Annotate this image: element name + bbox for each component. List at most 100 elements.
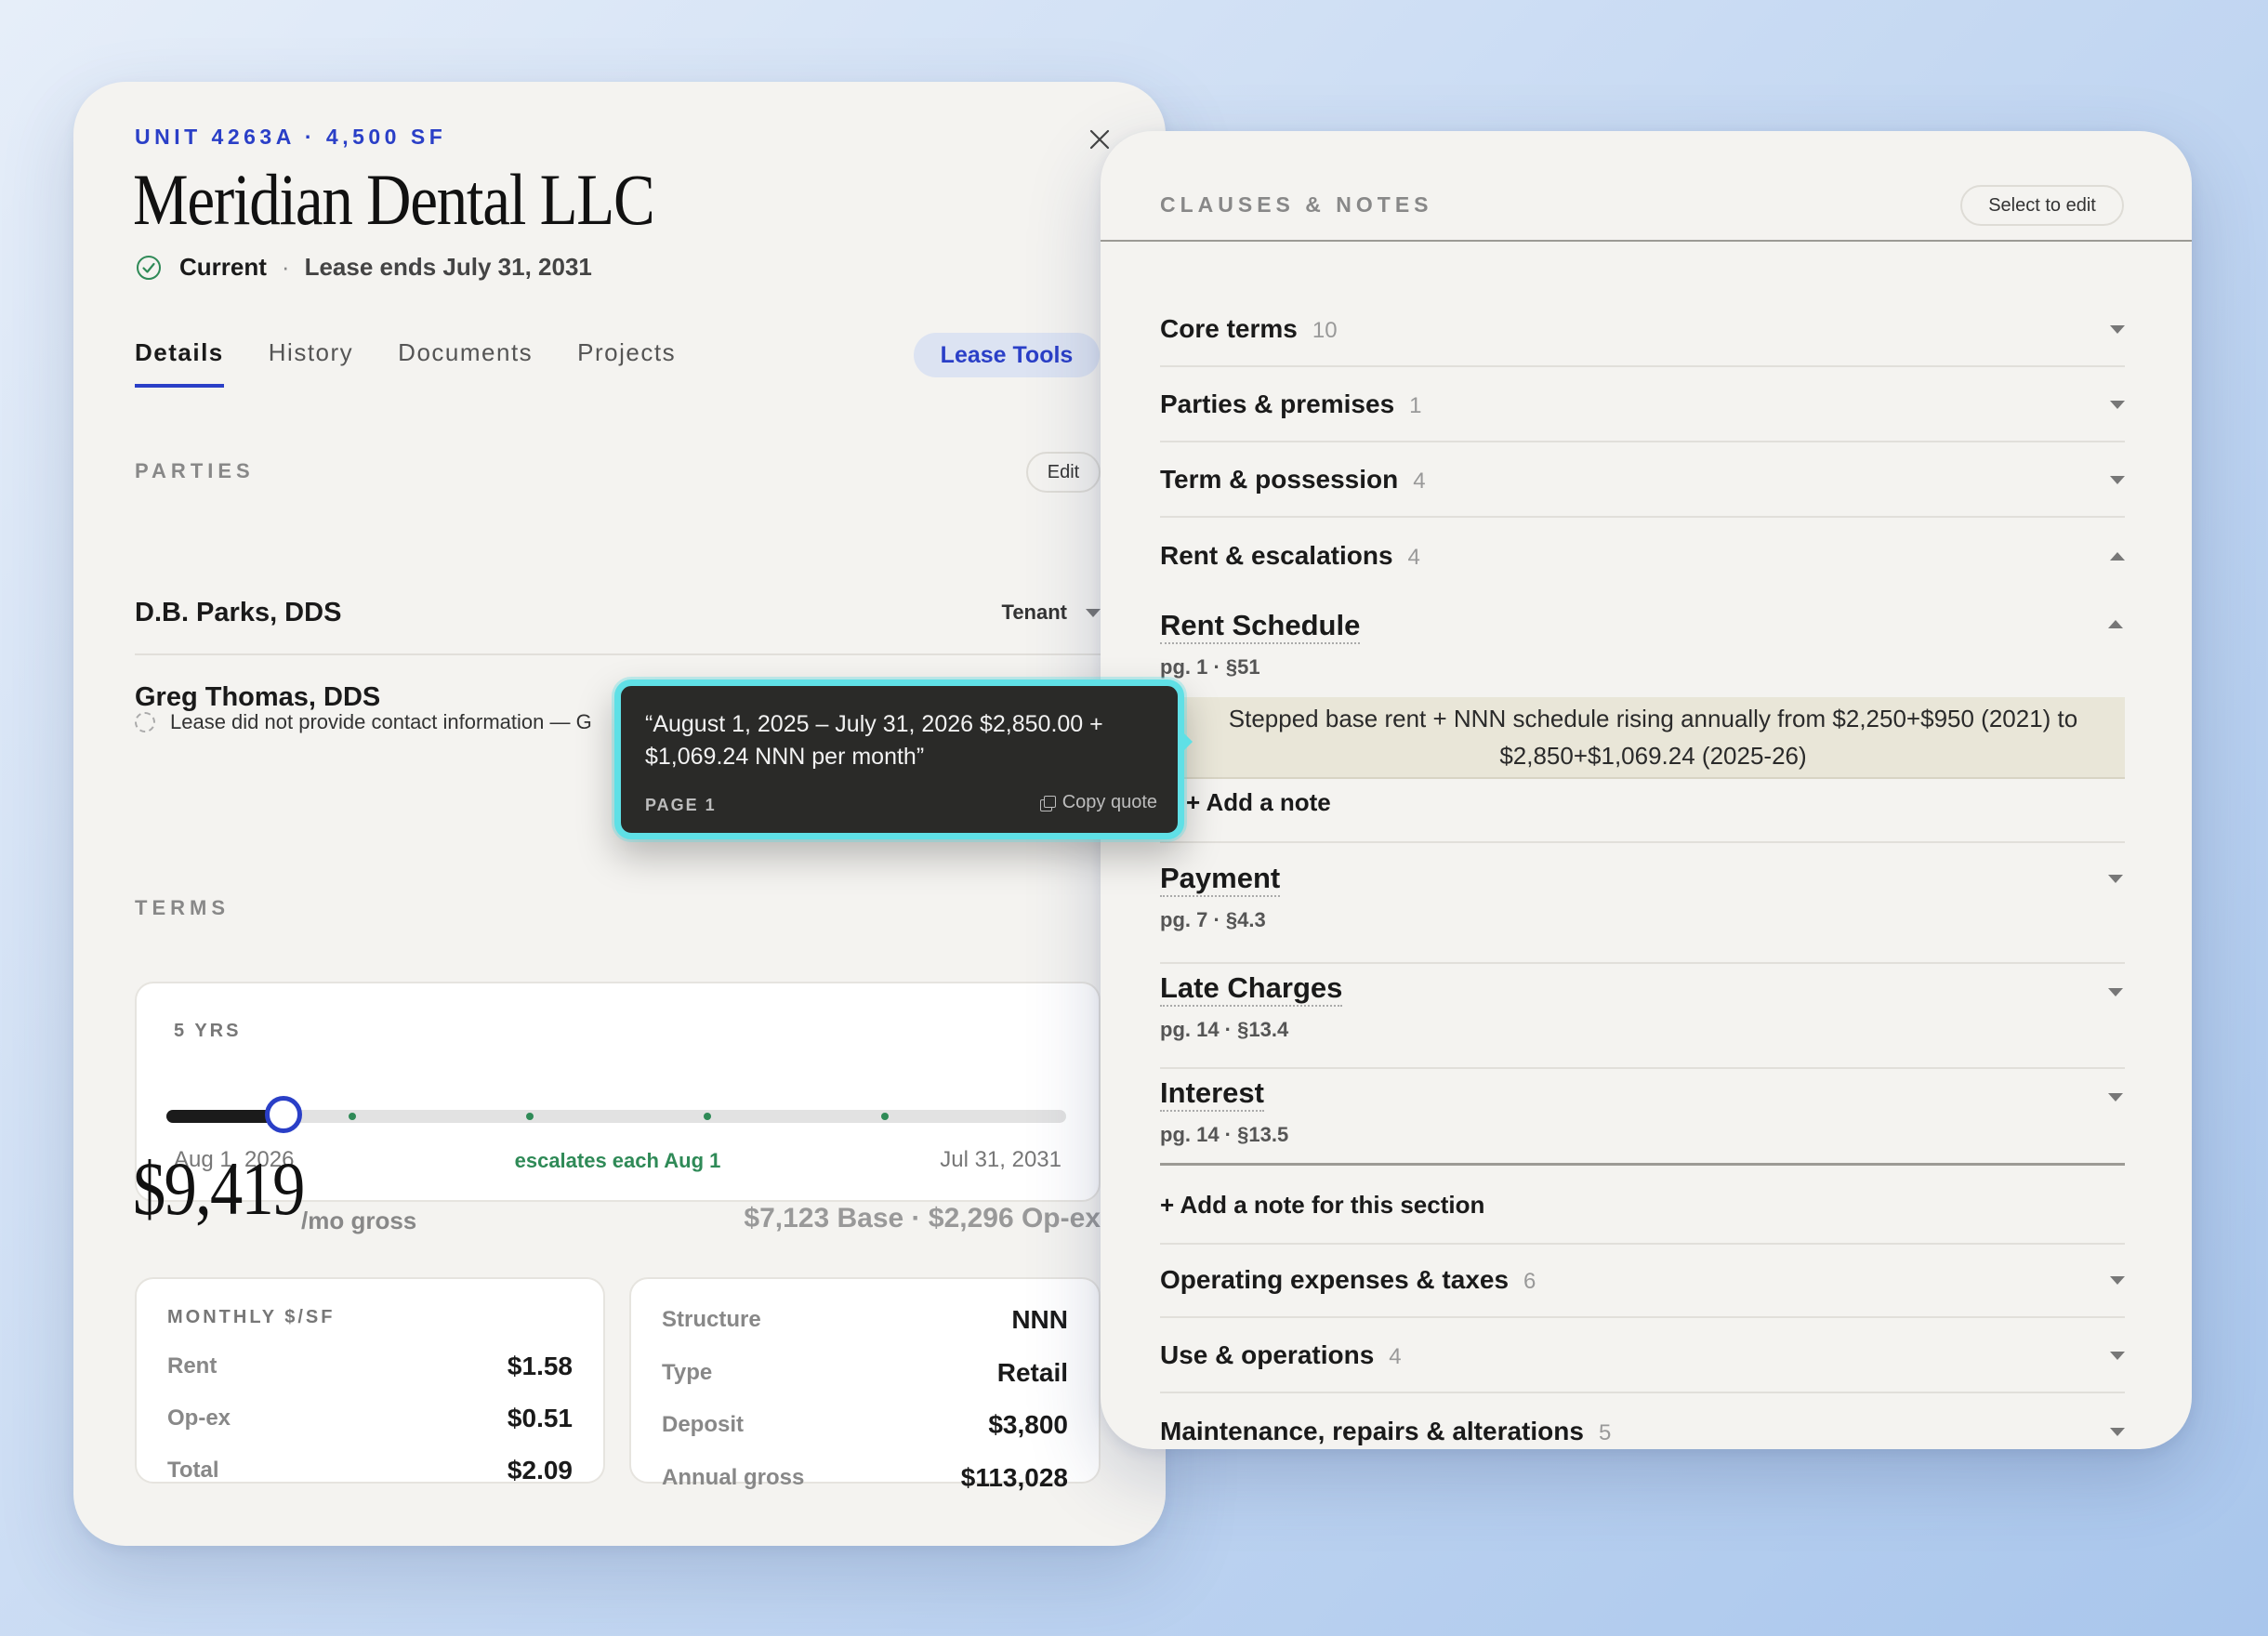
status-separator: · [281,253,290,281]
chevron-down-icon [2110,324,2125,334]
tenant-title: Meridian Dental LLC [133,159,655,240]
metric-row: Type Retail [662,1358,1068,1388]
lease-summary-card: Structure NNN Type Retail Deposit $3,800… [629,1277,1101,1492]
metric-row: Rent $1.58 [167,1352,573,1381]
add-section-note-button[interactable]: + Add a note for this section [1160,1191,1484,1220]
source-quote-text: “August 1, 2025 – July 31, 2026 $2,850.0… [645,711,1103,770]
monthly-gross-suffix: /mo gross [301,1207,417,1234]
tab-history[interactable]: History [269,338,353,388]
chevron-down-icon [2110,1427,2125,1436]
select-to-edit-button[interactable]: Select to edit [1960,185,2124,226]
category-count: 10 [1312,318,1338,343]
lease-tools-button[interactable]: Lease Tools [914,333,1100,377]
category-parties-premises[interactable]: Parties & premises 1 [1160,368,2125,442]
clause-interest[interactable]: Interest pg. 14 · §13.5 [1160,1069,2125,1163]
metric-value: $113,028 [960,1463,1068,1492]
clause-reference: pg. 14 · §13.4 [1160,1018,1289,1041]
category-count: 1 [1409,393,1422,418]
metric-value: Retail [996,1358,1068,1387]
contact-note-text: Lease did not provide contact informatio… [170,710,592,733]
category-use-operations[interactable]: Use & operations 4 [1160,1319,2125,1393]
copy-quote-button[interactable]: Copy quote [1039,792,1157,813]
party-row: D.B. Parks, DDS Tenant [135,572,1101,655]
term-length: 5 YRS [174,1021,242,1041]
escalation-marker [349,1113,356,1120]
clause-title: Payment [1160,862,1281,897]
category-name: Operating expenses & taxes [1160,1265,1510,1294]
category-count: 4 [1389,1344,1402,1369]
category-count: 5 [1598,1420,1612,1445]
metric-label: Rent [167,1353,218,1379]
metric-label: Deposit [662,1412,745,1437]
category-name: Maintenance, repairs & alterations [1160,1417,1584,1445]
category-count: 4 [1407,545,1420,570]
clauses-heading: CLAUSES & NOTES [1160,192,1433,217]
metric-label: Annual gross [662,1465,805,1490]
metric-label: Op-ex [167,1405,231,1431]
category-operating-expenses[interactable]: Operating expenses & taxes 6 [1160,1244,2125,1318]
metric-row: Deposit $3,800 [662,1410,1068,1440]
chevron-down-icon [2108,988,2123,996]
metric-value: $1.58 [507,1352,573,1380]
clause-title: Rent Schedule [1160,609,1361,644]
metric-value: $0.51 [507,1404,573,1432]
source-quote-tooltip: “August 1, 2025 – July 31, 2026 $2,850.0… [614,679,1193,839]
metric-row: Total $2.09 [167,1456,573,1485]
escalation-marker [881,1113,889,1120]
chevron-up-icon [2110,551,2125,561]
party-role-select[interactable]: Tenant [1002,600,1101,625]
status-text: Current [179,253,267,281]
chevron-down-icon [2110,400,2125,409]
category-maintenance-repairs[interactable]: Maintenance, repairs & alterations 5 [1160,1394,2125,1449]
lease-end-date: Lease ends July 31, 2031 [304,253,592,281]
tab-projects[interactable]: Projects [577,338,676,388]
timeline-slider-handle[interactable] [265,1096,302,1133]
divider [1160,841,2125,843]
add-note-button[interactable]: + Add a note [1186,788,1331,817]
tab-documents[interactable]: Documents [398,338,533,388]
detail-tabs: Details History Documents Projects [135,338,676,388]
chevron-down-icon [2108,875,2123,883]
monthly-psf-card: MONTHLY $/SF Rent $1.58 Op-ex $0.51 Tota… [135,1277,605,1484]
monthly-psf-title: MONTHLY $/SF [167,1307,336,1327]
metric-label: Structure [662,1307,761,1332]
chevron-up-icon [2108,620,2123,628]
party-name: D.B. Parks, DDS [135,597,342,627]
term-end-date: Jul 31, 2031 [940,1147,1061,1172]
source-page-label: PAGE 1 [645,796,717,814]
chevron-down-icon [2108,1093,2123,1102]
tab-details[interactable]: Details [135,338,224,388]
clause-rent-schedule[interactable]: Rent Schedule pg. 1 · §51 [1160,609,2125,697]
escalation-marker [704,1113,711,1120]
clause-payment[interactable]: Payment pg. 7 · §4.3 [1160,858,2125,964]
clause-reference: pg. 1 · §51 [1160,655,1260,679]
unit-label: UNIT 4263A · 4,500 SF [135,125,447,149]
category-name: Parties & premises [1160,389,1395,418]
chevron-down-icon [2110,1351,2125,1360]
copy-icon [1039,795,1056,811]
category-term-possession[interactable]: Term & possession 4 [1160,443,2125,518]
metric-row: Annual gross $113,028 [662,1463,1068,1493]
edit-parties-button[interactable]: Edit [1026,452,1101,493]
metric-row: Op-ex $0.51 [167,1404,573,1433]
category-count: 6 [1523,1269,1536,1294]
terms-heading: TERMS [135,896,230,919]
chevron-down-icon [2110,475,2125,484]
section-divider [1160,1163,2125,1166]
base-opex-split: $7,123 Base · $2,296 Op-ex [744,1203,1101,1234]
metric-row: Structure NNN [662,1305,1068,1335]
divider [1101,240,2192,242]
category-count: 4 [1413,468,1426,494]
category-rent-escalations[interactable]: Rent & escalations 4 [1160,519,2125,593]
pending-icon [135,712,155,732]
clause-reference: pg. 14 · §13.5 [1160,1123,1289,1146]
clause-late-charges[interactable]: Late Charges pg. 14 · §13.4 [1160,964,2125,1069]
category-core-terms[interactable]: Core terms 10 [1160,293,2125,367]
lease-status: Current · Lease ends July 31, 2031 [135,253,592,282]
party-name: Greg Thomas, DDS [135,681,381,712]
clause-title: Interest [1160,1076,1264,1112]
chevron-down-icon [1086,608,1101,617]
clause-summary-highlight[interactable]: Stepped base rent + NNN schedule rising … [1181,697,2125,779]
metric-value: $3,800 [988,1410,1068,1439]
category-name: Term & possession [1160,465,1399,494]
